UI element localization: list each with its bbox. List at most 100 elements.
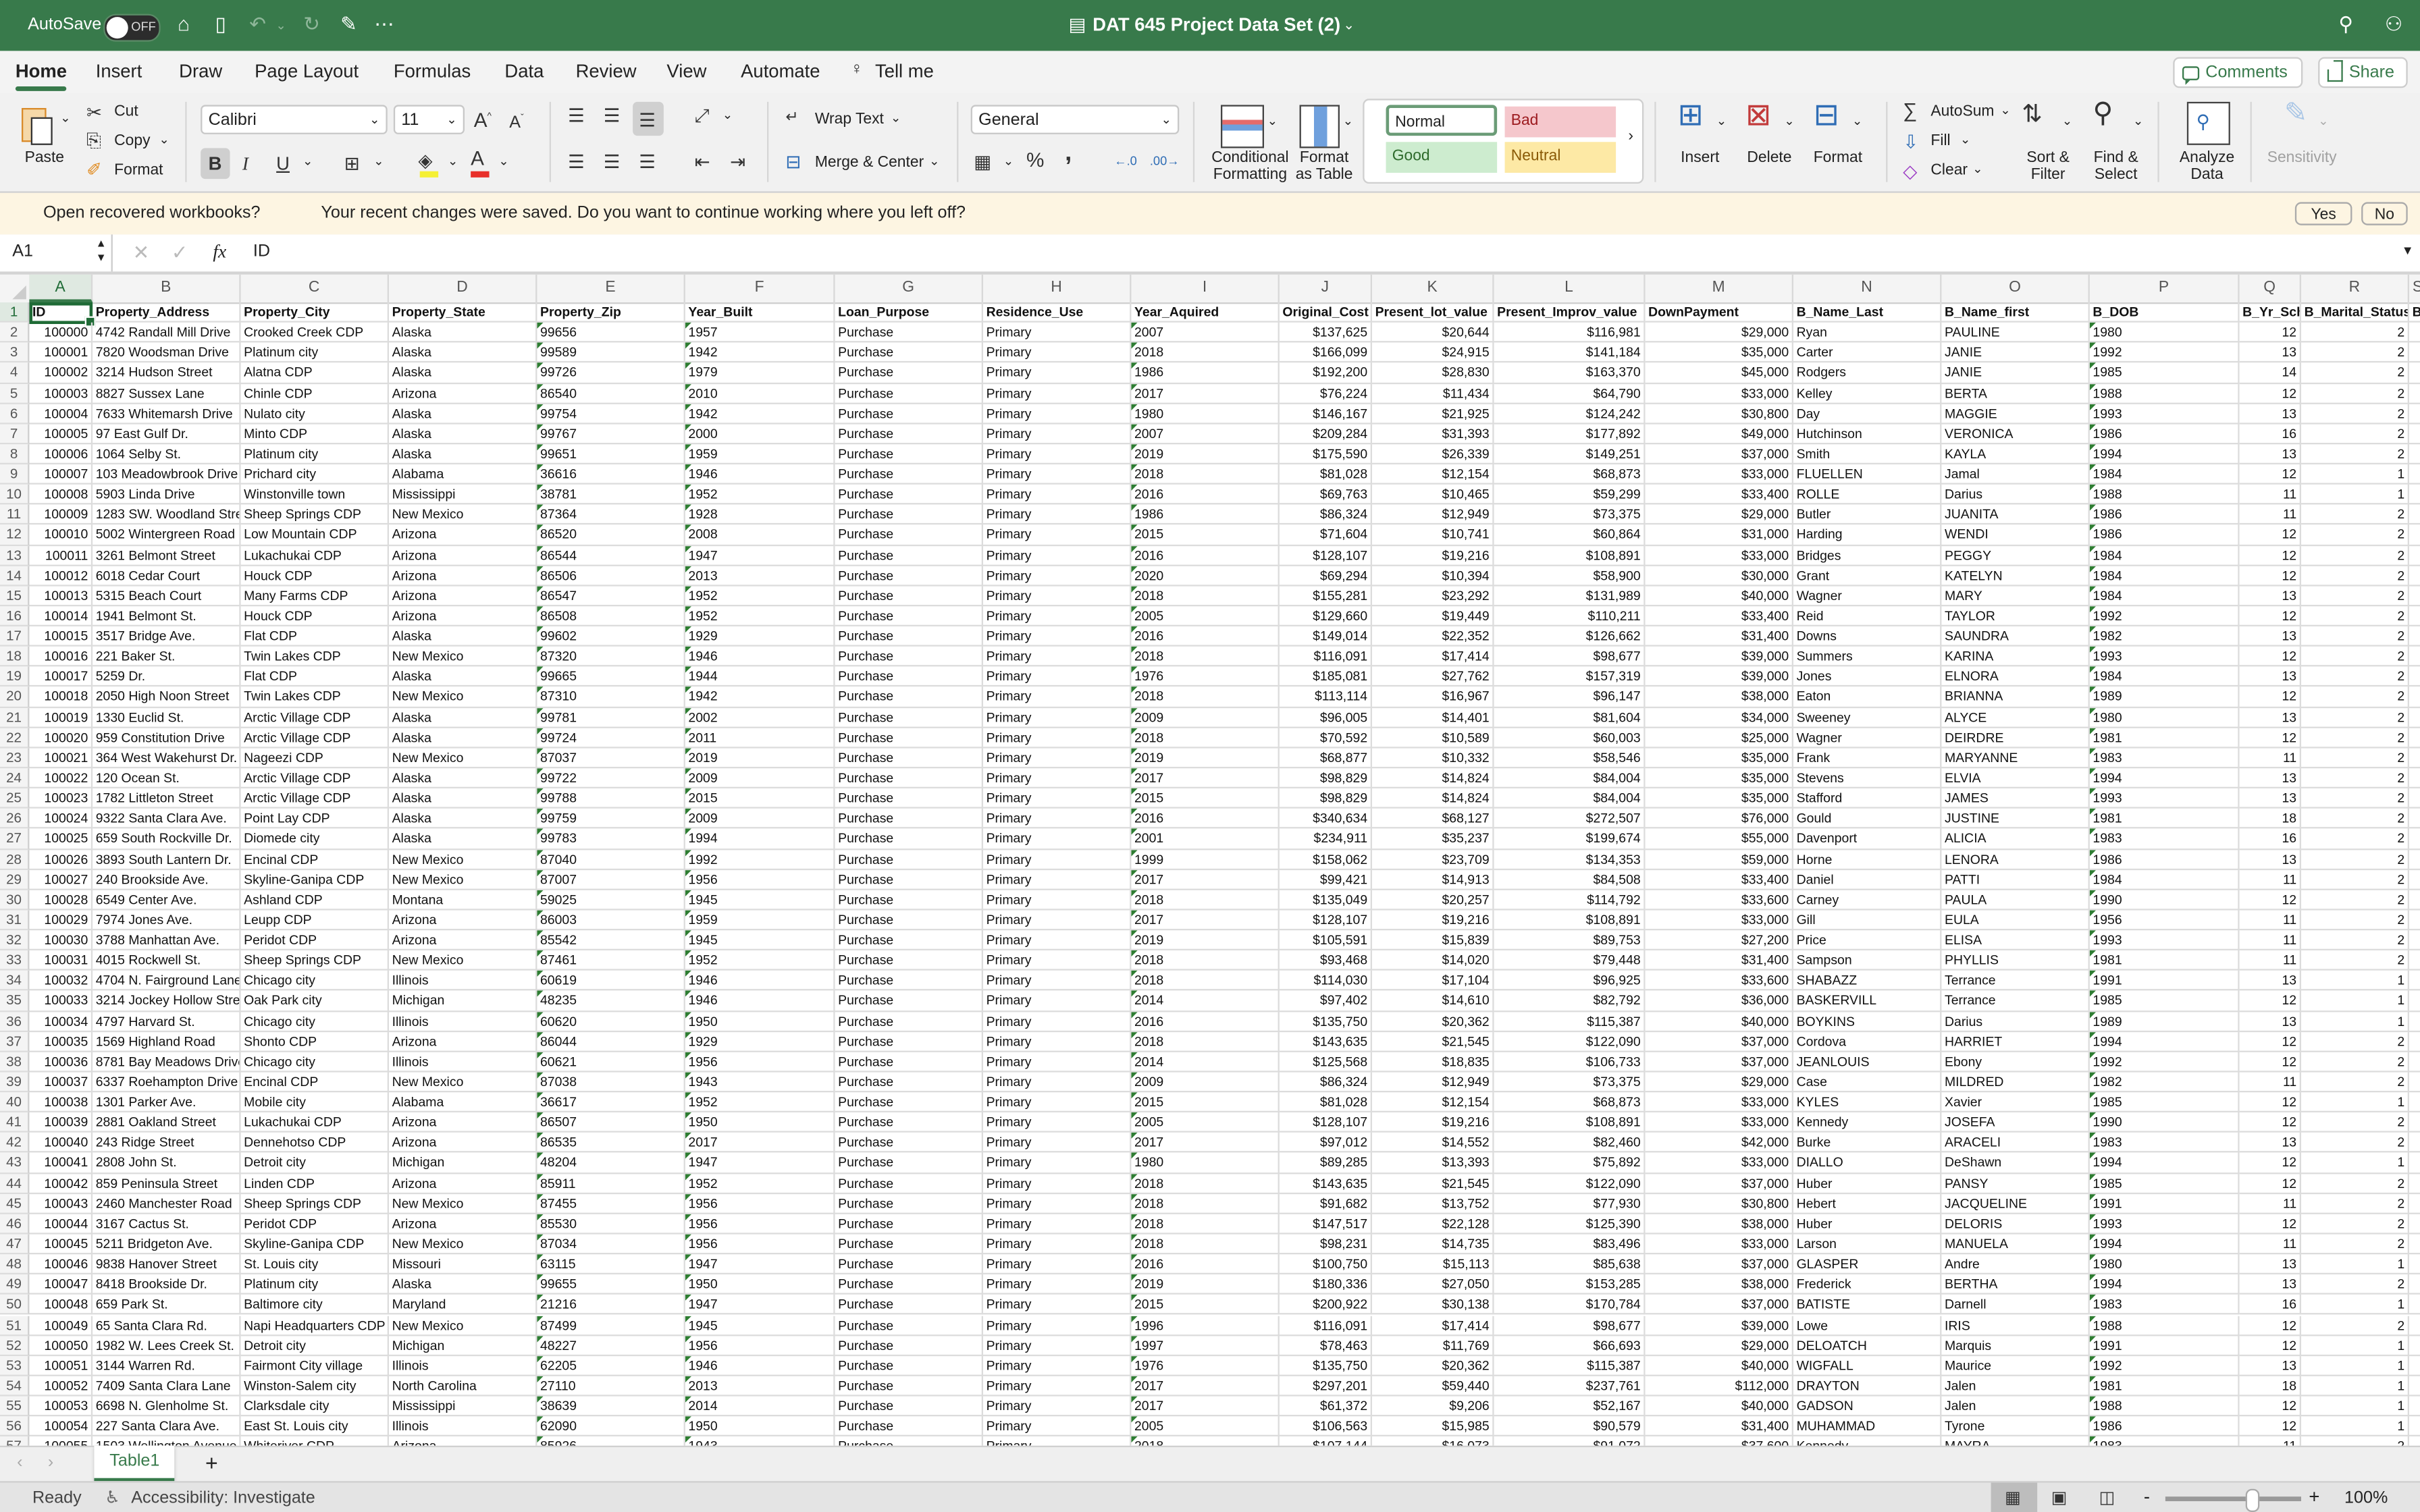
cell[interactable]: 1980 [2089,1254,2240,1275]
cell[interactable] [2409,647,2420,668]
align-center-icon[interactable]: ☰ [604,151,621,173]
cell[interactable]: Wagner [1793,728,1942,749]
cell[interactable]: Linden CDP [240,1173,389,1194]
cell[interactable]: Purchase [835,626,983,647]
column-heading-cell[interactable]: Property_Zip [537,302,685,323]
cell[interactable]: BOYKINS [1793,1011,1942,1032]
cell[interactable]: 60619 [537,971,685,992]
cell[interactable]: Purchase [835,1193,983,1214]
column-heading-cell[interactable]: Year_Built [685,302,835,323]
cell[interactable]: 86506 [537,566,685,587]
cell[interactable]: $33,400 [1645,606,1793,627]
column-heading-cell[interactable]: Year_Aquired [1131,302,1280,323]
cell[interactable]: 243 Ridge Street [93,1133,241,1154]
cell[interactable]: Jalen [1941,1376,2090,1397]
column-heading-cell[interactable]: B_Name_first [1941,302,2090,323]
cell[interactable]: Illinois [388,971,537,992]
cell[interactable]: 2018 [1131,890,1280,911]
cell[interactable]: Flat CDP [240,626,389,647]
cell[interactable]: 3214 Hudson Street [93,362,241,383]
cell[interactable]: 2 [2300,525,2409,546]
cell[interactable] [2409,323,2420,343]
cell[interactable]: 2018 [1131,687,1280,708]
cell[interactable]: $13,752 [1371,1193,1494,1214]
home-icon[interactable]: ⌂ [172,12,196,37]
cell[interactable]: 87455 [537,1193,685,1214]
cell[interactable]: 2 [2300,1315,2409,1336]
cell[interactable]: 1950 [685,1011,835,1032]
cell[interactable]: $85,638 [1494,1254,1646,1275]
cell[interactable]: JANIE [1941,362,2090,383]
scroll-left-icon[interactable]: ‹ [17,1453,22,1472]
font-name-select[interactable]: Calibri ⌄ [201,105,388,134]
font-size-select[interactable]: 11 ⌄ [393,105,465,134]
column-header-r[interactable]: R [2301,274,2409,302]
cell[interactable] [2409,424,2420,445]
cell[interactable]: Rodgers [1793,362,1942,383]
cell[interactable]: 1950 [685,1416,835,1437]
tab-insert[interactable]: Insert [96,60,142,82]
cell[interactable]: 2009 [1131,1072,1280,1093]
cell[interactable]: Purchase [835,1092,983,1113]
cell[interactable]: Encinal CDP [240,1072,389,1093]
cell[interactable]: JUANITA [1941,505,2090,526]
cell[interactable]: Primary [982,910,1132,931]
normal-view-button[interactable]: ▦ [1991,1482,2038,1512]
cell[interactable]: 2 [2300,362,2409,383]
cell[interactable]: KATELYN [1941,566,2090,587]
cell[interactable]: $35,000 [1645,748,1793,769]
cell[interactable]: 120 Ocean St. [93,768,241,789]
row-header[interactable]: 41 [0,1112,30,1133]
column-heading-cell[interactable]: ID [29,302,93,323]
cell[interactable]: 2018 [1131,971,1280,992]
cell[interactable]: 2 [2300,1274,2409,1295]
cell[interactable]: $68,877 [1279,748,1372,769]
cell[interactable]: 100012 [29,566,93,587]
cell[interactable]: 100007 [29,464,93,485]
cell[interactable]: Alabama [388,1092,537,1113]
cell[interactable]: 12 [2239,1173,2301,1194]
style-neutral[interactable]: Neutral [1504,142,1616,173]
row-header[interactable]: 30 [0,890,30,911]
align-middle-icon[interactable]: ☰ [604,105,621,126]
cell[interactable]: 63115 [537,1254,685,1275]
cell[interactable]: 99602 [537,626,685,647]
cell[interactable]: 364 West Wakehurst Dr. [93,748,241,769]
cell[interactable]: 7974 Jones Ave. [93,910,241,931]
cell[interactable]: 5315 Beach Court [93,586,241,607]
cell[interactable]: $16,073 [1372,1436,1494,1446]
cell[interactable]: 100038 [29,1092,93,1113]
cell[interactable]: 2881 Oakland Street [93,1112,241,1133]
cell[interactable]: 87310 [537,687,685,708]
column-header-k[interactable]: K [1372,274,1494,302]
cell[interactable] [2409,707,2420,728]
cell[interactable]: 2 [2300,950,2409,971]
cell[interactable]: ALYCE [1941,707,2090,728]
cell[interactable]: $84,508 [1494,869,1646,890]
cell[interactable]: Purchase [835,869,983,890]
row-header[interactable]: 43 [0,1153,30,1174]
cell[interactable]: 100019 [29,707,93,728]
cell[interactable]: 100020 [29,728,93,749]
cell[interactable] [2409,586,2420,607]
cut-button[interactable]: Cut [114,103,138,120]
cell[interactable]: Purchase [835,1214,983,1235]
redo-icon[interactable]: ↻ [299,12,324,37]
cell[interactable]: 1 [2300,1295,2409,1316]
cell[interactable]: 1 [2300,1396,2409,1417]
cell[interactable]: 2017 [1131,910,1280,931]
cell[interactable]: 1994 [2089,1274,2240,1295]
cell[interactable]: 6549 Center Ave. [93,890,241,911]
cell[interactable]: 100022 [29,768,93,789]
cell[interactable]: $38,000 [1645,687,1793,708]
cell[interactable]: Harding [1793,525,1942,546]
cell[interactable]: Tyrone [1941,1416,2090,1437]
cell[interactable]: 1952 [685,586,835,607]
cell[interactable]: 100027 [29,869,93,890]
cell[interactable]: $157,319 [1494,667,1646,688]
enter-icon[interactable]: ✓ [172,241,188,266]
cell[interactable]: Arizona [388,1112,537,1133]
cell[interactable]: 12 [2239,1092,2301,1113]
cell[interactable]: 1989 [2089,1011,2240,1032]
cell[interactable]: Montana [388,890,537,911]
